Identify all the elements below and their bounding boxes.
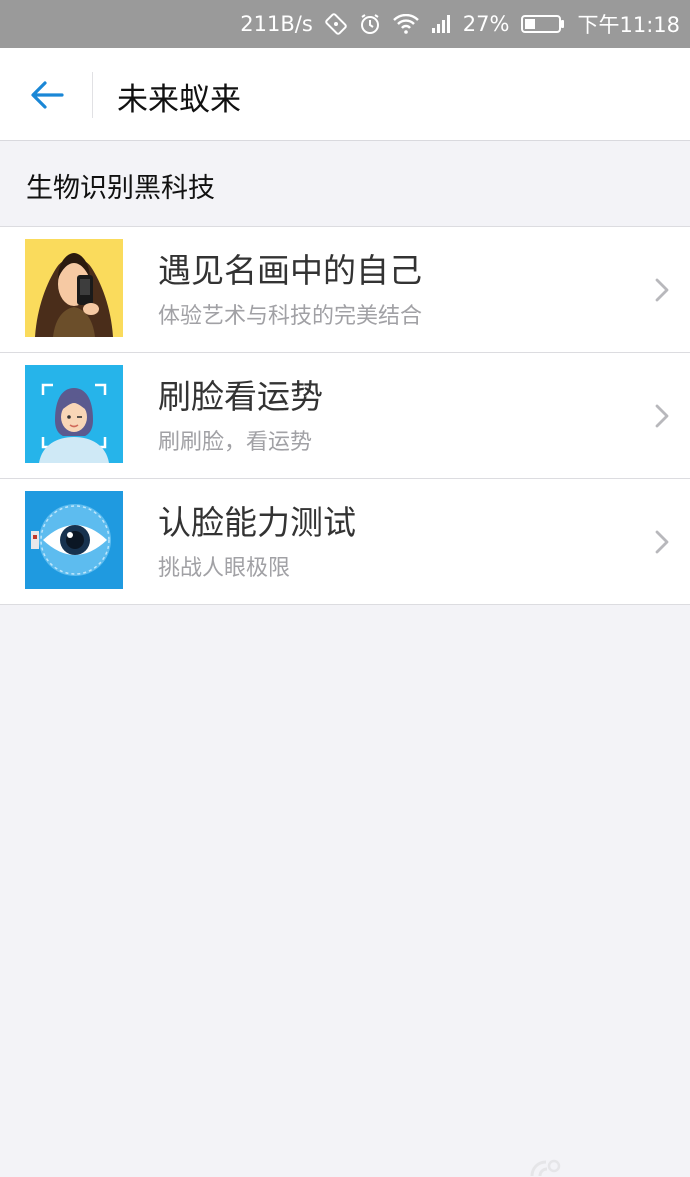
list-item-face-fortune[interactable]: 刷脸看运势 刷刷脸，看运势 — [0, 353, 690, 479]
list-item-face-test[interactable]: 认脸能力测试 挑战人眼极限 — [0, 479, 690, 605]
chevron-right-icon — [655, 404, 669, 428]
back-arrow-icon — [31, 81, 64, 109]
battery-percent: 27% — [462, 12, 510, 36]
list-item-masterpiece[interactable]: 遇见名画中的自己 体验艺术与科技的完美结合 — [0, 227, 690, 353]
rotation-lock-icon — [325, 13, 347, 35]
face-scan-girl-icon — [25, 365, 123, 463]
signal-icon — [431, 14, 451, 34]
app-header: 未来蚁来 — [0, 48, 690, 141]
clock: 下午11:18 — [577, 13, 680, 37]
chevron-right-icon — [655, 530, 669, 554]
item-subtitle: 刷刷脸，看运势 — [158, 430, 313, 455]
back-button[interactable] — [20, 72, 74, 118]
watermark-logo-icon — [530, 1159, 561, 1177]
item-title: 刷脸看运势 — [158, 377, 323, 416]
eye-scan-icon — [25, 491, 123, 589]
status-bar: 211B/s 27% 下午11:18 — [0, 0, 690, 48]
header-divider — [92, 72, 93, 118]
chevron-right-icon — [655, 278, 669, 302]
item-title: 认脸能力测试 — [158, 503, 356, 542]
network-speed: 211B/s — [240, 12, 313, 36]
alarm-icon — [359, 13, 381, 35]
mona-lisa-phone-icon — [25, 239, 123, 337]
battery-icon — [521, 14, 565, 34]
wifi-icon — [392, 14, 419, 34]
item-subtitle: 体验艺术与科技的完美结合 — [158, 304, 423, 329]
feature-list: 遇见名画中的自己 体验艺术与科技的完美结合 刷脸看运势 刷刷脸，看运势 认脸能力… — [0, 226, 690, 605]
section-label: 生物识别黑科技 — [26, 173, 215, 204]
page-title: 未来蚁来 — [117, 82, 241, 118]
item-subtitle: 挑战人眼极限 — [158, 556, 291, 581]
item-title: 遇见名画中的自己 — [158, 251, 422, 290]
